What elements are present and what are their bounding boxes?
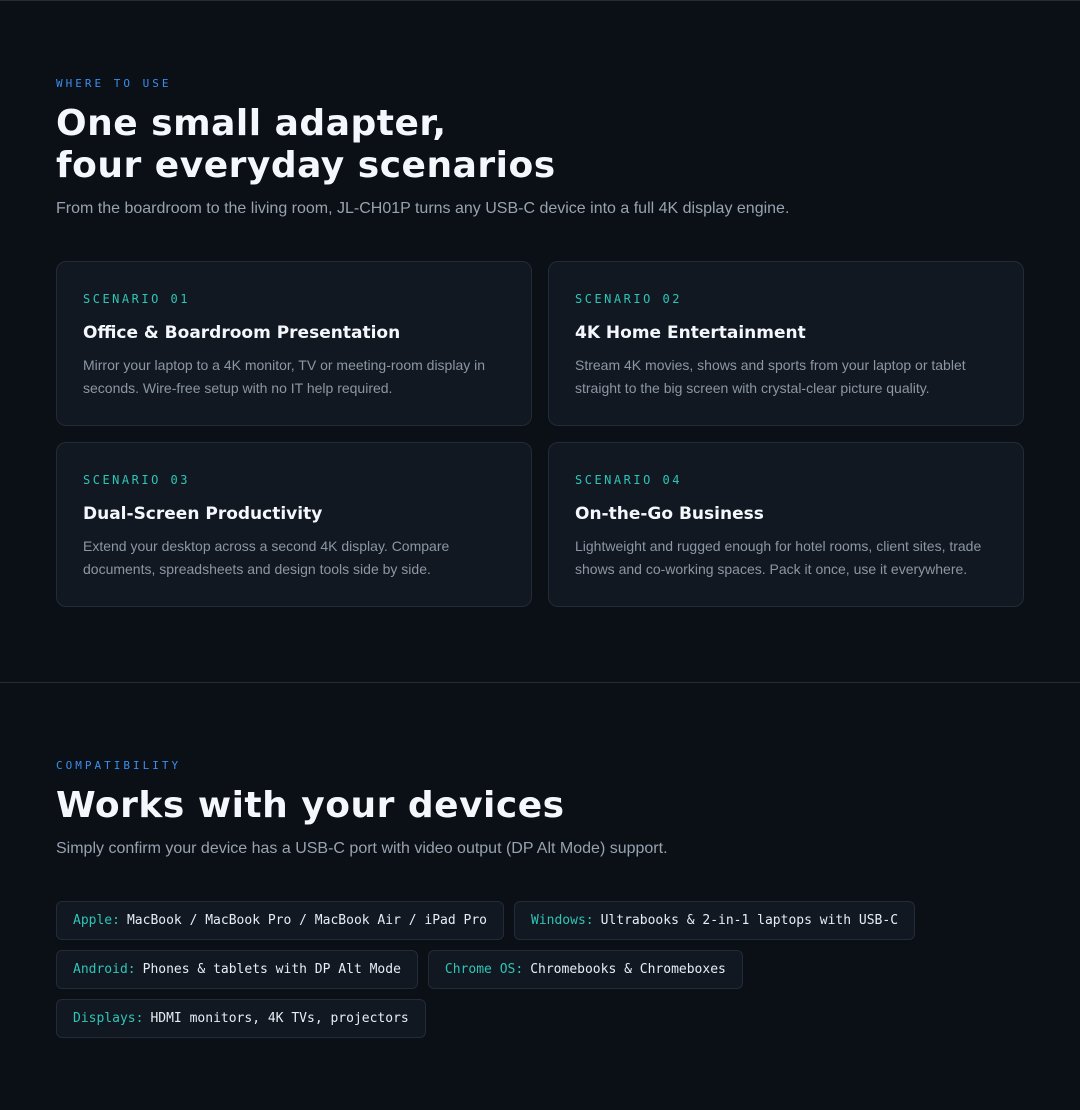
chip-value: Chromebooks & Chromeboxes xyxy=(530,962,726,977)
scenario-title: Dual-Screen Productivity xyxy=(83,504,323,524)
scenario-title: Office & Boardroom Presentation xyxy=(83,323,401,343)
chip-value: HDMI monitors, 4K TVs, projectors xyxy=(150,1011,409,1026)
device-chip-apple: Apple: MacBook / MacBook Pro / MacBook A… xyxy=(56,901,504,940)
scenario-tag: SCENARIO 03 xyxy=(83,473,190,487)
scenario-title: On-the-Go Business xyxy=(575,504,764,524)
scenario-card-office: SCENARIO 01 Office & Boardroom Presentat… xyxy=(56,261,532,426)
chip-label: Apple: xyxy=(73,913,120,928)
device-chip-list: Apple: MacBook / MacBook Pro / MacBook A… xyxy=(56,901,956,1038)
scenario-tag: SCENARIO 04 xyxy=(575,473,682,487)
scenario-description: Lightweight and rugged enough for hotel … xyxy=(575,538,982,577)
section-lead: Simply confirm your device has a USB-C p… xyxy=(56,840,668,857)
scenario-description: Extend your desktop across a second 4K d… xyxy=(83,538,450,577)
section-lead: From the boardroom to the living room, J… xyxy=(56,200,790,217)
chip-value: Phones & tablets with DP Alt Mode xyxy=(142,962,401,977)
scenario-card-on-the-go: SCENARIO 04 On-the-Go Business Lightweig… xyxy=(548,442,1024,607)
chip-label: Chrome OS: xyxy=(444,962,524,977)
scenario-card-home-entertainment: SCENARIO 02 4K Home Entertainment Stream… xyxy=(548,261,1024,426)
heading-line-2: four everyday scenarios xyxy=(56,145,556,186)
section-eyebrow: WHERE TO USE xyxy=(56,77,172,90)
device-chip-android: Android: Phones & tablets with DP Alt Mo… xyxy=(56,950,418,989)
where-to-use-section: WHERE TO USE One small adapter, four eve… xyxy=(0,1,1080,682)
scenario-grid: SCENARIO 01 Office & Boardroom Presentat… xyxy=(56,261,1024,607)
heading-line-1: One small adapter, xyxy=(56,103,447,144)
section-heading: Works with your devices xyxy=(56,785,565,826)
section-heading: One small adapter, four everyday scenari… xyxy=(56,103,1024,187)
scenario-title: 4K Home Entertainment xyxy=(575,323,806,343)
chip-value: MacBook / MacBook Pro / MacBook Air / iP… xyxy=(126,913,487,928)
section-eyebrow: COMPATIBILITY xyxy=(56,759,182,772)
device-chip-chrome-os: Chrome OS: Chromebooks & Chromeboxes xyxy=(427,950,743,989)
device-chip-displays: Displays: HDMI monitors, 4K TVs, project… xyxy=(56,999,426,1038)
chip-value: Ultrabooks & 2-in-1 laptops with USB-C xyxy=(600,913,899,928)
scenario-description: Stream 4K movies, shows and sports from … xyxy=(575,357,966,396)
scenario-tag: SCENARIO 01 xyxy=(83,292,190,306)
chip-label: Displays: xyxy=(73,1011,144,1026)
compatibility-section: COMPATIBILITY Works with your devices Si… xyxy=(0,683,1080,1110)
device-chip-windows: Windows: Ultrabooks & 2-in-1 laptops wit… xyxy=(514,901,916,940)
scenario-description: Mirror your laptop to a 4K monitor, TV o… xyxy=(83,357,486,396)
chip-label: Windows: xyxy=(531,913,594,928)
chip-label: Android: xyxy=(73,962,136,977)
scenario-tag: SCENARIO 02 xyxy=(575,292,682,306)
scenario-card-dual-screen: SCENARIO 03 Dual-Screen Productivity Ext… xyxy=(56,442,532,607)
